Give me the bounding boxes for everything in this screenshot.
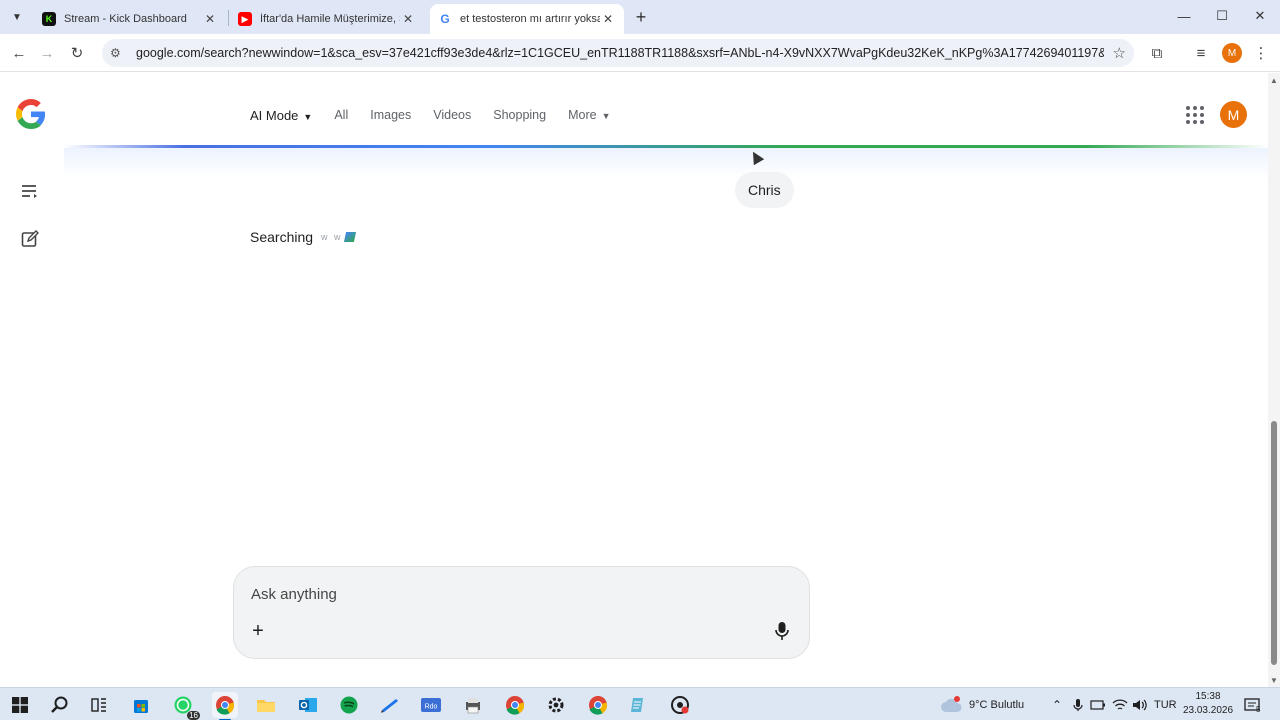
caret-down-icon: ▼ — [601, 111, 611, 121]
site-info-icon[interactable]: ⚙ — [110, 46, 128, 60]
tab-more[interactable]: More ▼ — [568, 108, 610, 122]
tab-more-label: More — [568, 108, 597, 122]
searching-label: Searching — [250, 229, 314, 245]
google-account-avatar[interactable]: M — [1220, 101, 1247, 128]
loading-spark-icon — [343, 232, 356, 242]
maximize-icon[interactable]: ☐ — [1206, 4, 1238, 28]
notepad-icon[interactable] — [377, 692, 403, 718]
tab-strip: ▼ K Stream - Kick Dashboard ✕ ▶ İftar'da… — [0, 0, 1280, 34]
file-explorer-icon[interactable] — [253, 692, 279, 718]
svg-text:Rdo: Rdo — [425, 704, 438, 711]
scroll-down-arrow-icon[interactable]: ▼ — [1270, 675, 1278, 685]
wifi-icon[interactable] — [1112, 688, 1128, 720]
whatsapp-unread-badge: 16 — [187, 711, 200, 720]
scroll-up-arrow-icon[interactable]: ▲ — [1270, 75, 1278, 85]
new-chat-edit-icon[interactable] — [18, 227, 42, 251]
new-tab-button[interactable]: + — [630, 7, 652, 27]
recording-app-icon[interactable] — [667, 692, 693, 718]
extensions-icon[interactable]: ⧉ — [1144, 40, 1170, 66]
progress-glow — [64, 148, 1268, 178]
tab-shopping[interactable]: Shopping — [493, 108, 546, 122]
close-tab-icon[interactable]: ✕ — [400, 11, 416, 27]
ask-input-placeholder[interactable]: Ask anything — [251, 586, 337, 603]
tab-search-chevron-icon[interactable]: ▼ — [6, 6, 28, 28]
tab-kick-dashboard[interactable]: K Stream - Kick Dashboard ✕ — [34, 4, 226, 34]
media-controls-icon[interactable]: ≡ — [1188, 40, 1214, 66]
tab-title: et testosteron mı artırır yoksa d — [460, 13, 600, 25]
notes-app-icon[interactable] — [625, 692, 651, 718]
tab-all[interactable]: All — [334, 108, 348, 122]
youtube-icon: ▶ — [238, 12, 252, 26]
reload-icon[interactable]: ↻ — [64, 40, 90, 66]
ask-anything-box[interactable]: Ask anything + — [233, 566, 810, 659]
page-scrollbar[interactable]: ▲ ▼ — [1268, 73, 1280, 687]
print-app-icon[interactable] — [460, 692, 486, 718]
task-view-icon[interactable] — [86, 692, 112, 718]
forward-icon[interactable]: → — [34, 40, 60, 66]
tab-images[interactable]: Images — [370, 108, 411, 122]
close-tab-icon[interactable]: ✕ — [600, 11, 616, 27]
tab-google-search[interactable]: G et testosteron mı artırır yoksa d ✕ — [430, 4, 624, 34]
cloud-icon — [941, 695, 962, 712]
close-window-icon[interactable]: ✕ — [1244, 4, 1276, 28]
chrome-second-icon[interactable] — [585, 692, 611, 718]
searching-dots: w w — [321, 232, 343, 242]
history-list-icon[interactable] — [18, 179, 42, 203]
settings-gear-icon[interactable] — [543, 692, 569, 718]
search-icon[interactable] — [47, 692, 73, 718]
show-hidden-icons-chevron[interactable]: ⌃ — [1052, 688, 1062, 720]
searching-status: Searching w w — [250, 229, 356, 245]
google-apps-icon[interactable] — [1184, 104, 1204, 124]
input-language[interactable]: TUR — [1154, 688, 1177, 720]
microphone-icon[interactable] — [774, 621, 790, 641]
google-icon: G — [438, 12, 452, 26]
back-icon[interactable]: ← — [6, 40, 32, 66]
browser-toolbar: ← → ↻ ⚙ google.com/search?newwindow=1&sc… — [0, 34, 1280, 72]
scroll-thumb[interactable] — [1271, 421, 1277, 665]
tab-title: Stream - Kick Dashboard — [64, 13, 187, 25]
green-chat-app-icon[interactable] — [336, 692, 362, 718]
outlook-icon[interactable] — [295, 692, 321, 718]
battery-icon[interactable] — [1090, 688, 1106, 720]
browser-profile-avatar[interactable]: M — [1222, 43, 1242, 63]
notifications-icon[interactable]: 5 — [1244, 688, 1260, 720]
user-message-bubble: Chris — [735, 172, 794, 208]
loading-progress-line — [64, 145, 1268, 148]
tab-title: İftar'da Hamile Müşterimize, Şe — [260, 13, 400, 25]
tab-youtube[interactable]: ▶ İftar'da Hamile Müşterimize, Şe ✕ — [230, 4, 424, 34]
search-mode-nav: AI Mode ▼ All Images Videos Shopping More… — [250, 105, 632, 125]
weather-widget[interactable]: 9°C Bulutlu — [940, 688, 1024, 720]
microphone-tray-icon[interactable] — [1073, 688, 1083, 720]
google-logo-icon[interactable] — [16, 99, 46, 129]
tab-ai-mode-label: AI Mode — [250, 107, 299, 123]
browser-menu-icon[interactable]: ⋮ — [1248, 40, 1274, 66]
minimize-icon[interactable]: — — [1168, 4, 1200, 28]
address-bar[interactable]: ⚙ google.com/search?newwindow=1&sca_esv=… — [102, 39, 1134, 67]
windows-start-icon[interactable] — [7, 692, 33, 718]
whatsapp-icon[interactable]: 16 — [170, 692, 200, 720]
microsoft-store-icon[interactable] — [128, 692, 154, 718]
tab-ai-mode[interactable]: AI Mode ▼ — [250, 108, 312, 123]
caret-down-icon: ▼ — [303, 111, 313, 122]
windows-taskbar: 16 Rdo 9°C Bulutlu ⌃ TUR 15:38 23.03.202… — [0, 687, 1280, 720]
chrome-profile-icon[interactable] — [502, 692, 528, 718]
bookmark-star-icon[interactable]: ☆ — [1113, 44, 1126, 62]
address-url[interactable]: google.com/search?newwindow=1&sca_esv=37… — [136, 46, 1104, 60]
google-ai-mode-page: AI Mode ▼ All Images Videos Shopping More… — [0, 73, 1268, 687]
kick-icon: K — [42, 12, 56, 26]
clock-date: 23.03.2026 — [1182, 705, 1234, 716]
chrome-taskbar-icon[interactable] — [212, 692, 238, 720]
system-clock[interactable]: 15:38 23.03.2026 — [1180, 690, 1236, 718]
clock-time: 15:38 — [1195, 691, 1221, 702]
volume-icon[interactable] — [1132, 688, 1148, 720]
add-attachment-plus-icon[interactable]: + — [248, 619, 268, 643]
tab-videos[interactable]: Videos — [433, 108, 471, 122]
close-tab-icon[interactable]: ✕ — [202, 11, 218, 27]
notification-count: 5 — [1256, 705, 1261, 714]
tab-divider — [228, 10, 229, 26]
weather-text: 9°C Bulutlu — [969, 698, 1025, 711]
left-rail — [0, 73, 64, 687]
rdo-app-icon[interactable]: Rdo — [418, 692, 444, 718]
